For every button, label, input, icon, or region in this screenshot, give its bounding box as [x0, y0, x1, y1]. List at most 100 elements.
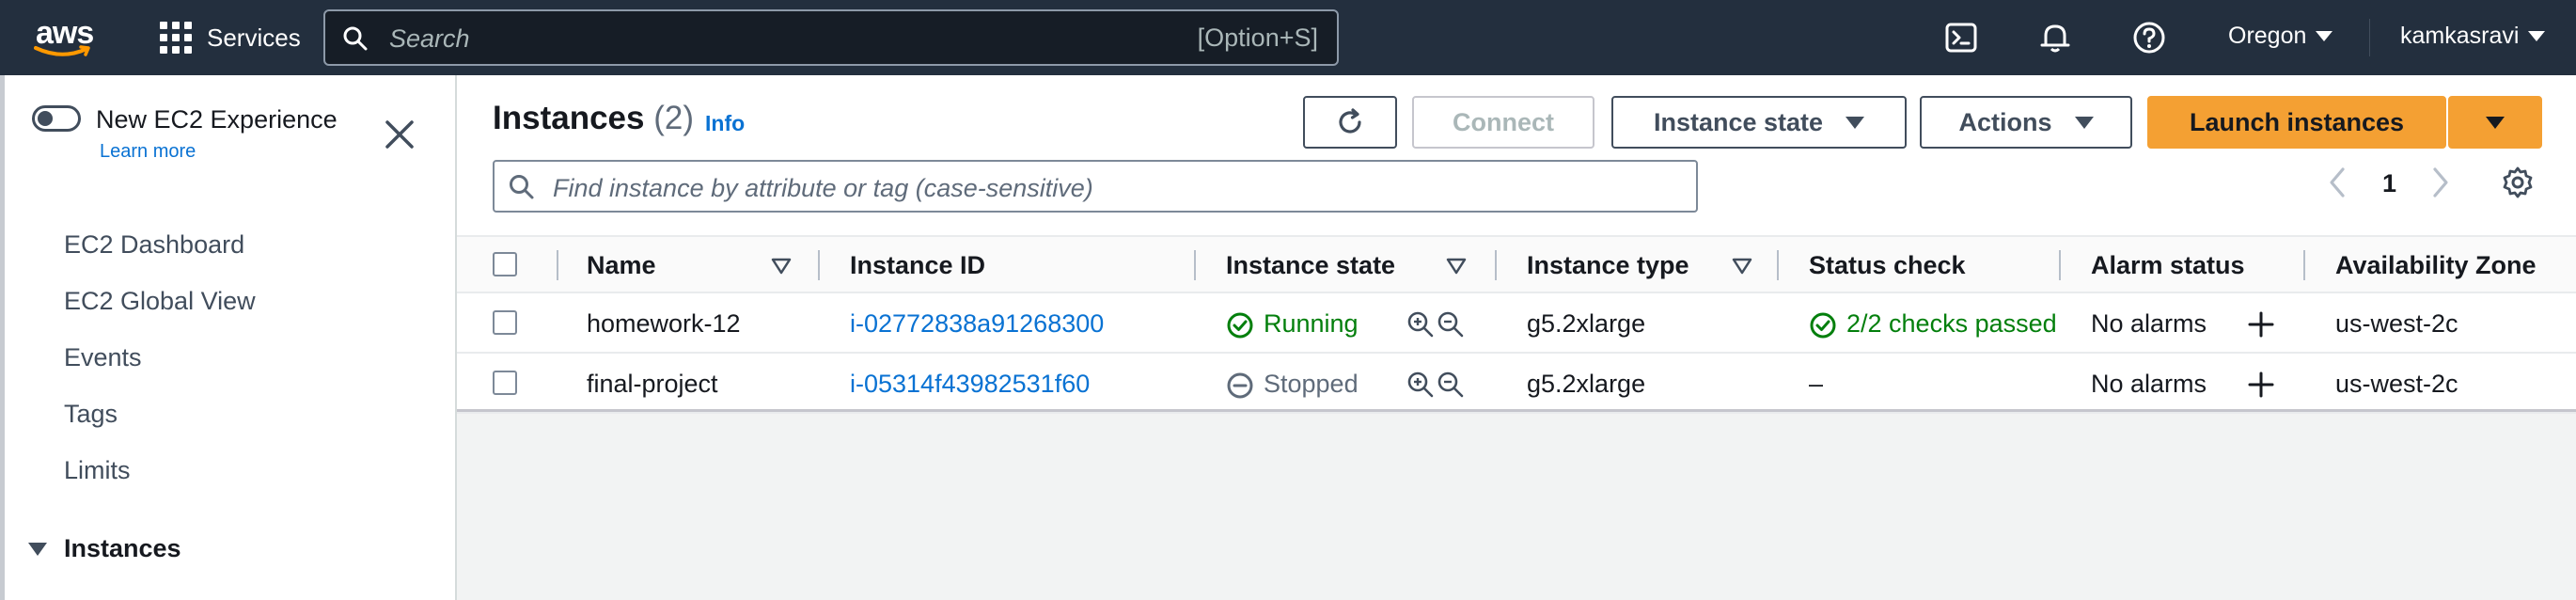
bell-icon[interactable] [2036, 19, 2074, 56]
alarm-status-value: No alarms [2091, 370, 2207, 398]
side-navigation: New EC2 Experience Learn more EC2 Dashbo… [0, 75, 457, 600]
instance-state-button[interactable]: Instance state [1611, 96, 1907, 149]
instance-type: g5.2xlarge [1527, 370, 1646, 398]
services-label: Services [207, 23, 301, 52]
sort-icon[interactable] [1446, 258, 1467, 275]
zoom-out-icon[interactable] [1437, 371, 1465, 399]
row-checkbox[interactable] [493, 371, 517, 395]
refresh-button[interactable] [1303, 96, 1397, 149]
zoom-out-icon[interactable] [1437, 310, 1465, 339]
chevron-down-icon [2316, 31, 2333, 41]
column-divider [1495, 250, 1497, 280]
close-icon[interactable] [382, 117, 417, 152]
filter-placeholder: Find instance by attribute or tag (case-… [553, 174, 1093, 202]
add-alarm-icon[interactable] [2247, 371, 2275, 399]
column-divider [818, 250, 820, 280]
column-header-instance-type[interactable]: Instance type [1527, 251, 1689, 280]
column-header-status-check[interactable]: Status check [1809, 251, 1966, 280]
launch-instances-button[interactable]: Launch instances [2147, 96, 2446, 149]
new-experience-toggle[interactable] [32, 105, 81, 132]
column-header-instance-id[interactable]: Instance ID [850, 251, 985, 280]
aws-logo[interactable]: aws [34, 15, 102, 62]
column-divider [557, 250, 558, 280]
region-label: Oregon [2228, 23, 2307, 49]
page-title-text: Instances [493, 100, 645, 136]
search-icon [510, 175, 534, 199]
instance-state-label: Instance state [1653, 107, 1824, 136]
info-link[interactable]: Info [705, 111, 745, 136]
instance-filter-input[interactable]: Find instance by attribute or tag (case-… [493, 160, 1698, 213]
availability-zone: us-west-2c [2335, 309, 2458, 338]
column-header-availability-zone[interactable]: Availability Zone [2335, 251, 2537, 280]
sidebar-item-ec2-dashboard[interactable]: EC2 Dashboard [64, 230, 244, 260]
account-menu[interactable]: kamkasravi [2400, 23, 2546, 50]
instance-id-link[interactable]: i-02772838a91268300 [850, 309, 1104, 339]
caret-down-icon [2074, 116, 2094, 129]
status-check-value: 2/2 checks passed [1846, 309, 2057, 338]
alarm-status-value: No alarms [2091, 309, 2207, 338]
services-menu[interactable]: Services [160, 19, 301, 56]
column-header-instance-state[interactable]: Instance state [1226, 251, 1395, 280]
column-header-name[interactable]: Name [587, 251, 656, 280]
connect-button[interactable]: Connect [1412, 96, 1594, 149]
sort-icon[interactable] [1732, 258, 1752, 275]
previous-page-icon[interactable] [2326, 166, 2348, 199]
status-check-value: – [1809, 370, 1824, 398]
settings-gear-icon[interactable] [2501, 166, 2535, 199]
connect-label: Connect [1453, 107, 1554, 136]
instance-state-stopped: Stopped [1264, 370, 1359, 398]
actions-button[interactable]: Actions [1920, 96, 2132, 149]
sidebar-section-label: Instances [64, 534, 181, 562]
instance-state-running: Running [1264, 309, 1359, 338]
global-search-input[interactable]: Search [Option+S] [323, 9, 1339, 66]
instances-panel: Instances (2) Info Connect Instance stat… [457, 75, 2576, 414]
sidebar-section-instances[interactable]: Instances [28, 534, 181, 563]
nav-divider [2369, 19, 2370, 56]
search-icon [343, 26, 368, 51]
sidebar-item-ec2-global-view[interactable]: EC2 Global View [64, 287, 256, 316]
sidebar-edge [0, 75, 5, 600]
services-grid-icon [160, 22, 192, 54]
availability-zone: us-west-2c [2335, 370, 2458, 398]
top-navigation: aws Services Search [Option+S] Oregon ka… [0, 0, 2576, 75]
table-row[interactable]: final-project i-05314f43982531f60 Stoppe… [457, 354, 2576, 414]
caret-down-icon [28, 542, 47, 556]
instance-name: final-project [587, 370, 718, 398]
success-check-icon [1810, 312, 1836, 339]
column-divider [2303, 250, 2305, 280]
column-divider [1777, 250, 1779, 280]
actions-label: Actions [1958, 107, 2052, 136]
column-header-alarm-status[interactable]: Alarm status [2091, 251, 2245, 280]
table-header: Name Instance ID Instance state Instance… [457, 235, 2576, 293]
select-all-checkbox[interactable] [493, 252, 517, 276]
launch-dropdown-button[interactable] [2448, 96, 2542, 149]
sort-icon[interactable] [771, 258, 792, 275]
row-checkbox[interactable] [493, 310, 517, 335]
caret-down-icon [2486, 116, 2505, 129]
page-title: Instances (2) [493, 100, 694, 137]
chevron-down-icon [2528, 31, 2546, 41]
help-icon[interactable] [2130, 19, 2168, 56]
search-shortcut: [Option+S] [1197, 24, 1318, 52]
next-page-icon[interactable] [2429, 166, 2452, 199]
add-alarm-icon[interactable] [2247, 310, 2275, 339]
learn-more-link[interactable]: Learn more [100, 141, 196, 163]
account-label: kamkasravi [2400, 23, 2520, 49]
sidebar-item-tags[interactable]: Tags [64, 400, 118, 429]
instance-type: g5.2xlarge [1527, 309, 1646, 338]
instance-id-link[interactable]: i-05314f43982531f60 [850, 370, 1090, 399]
refresh-icon [1339, 108, 1361, 134]
success-check-icon [1227, 312, 1253, 339]
zoom-in-icon[interactable] [1406, 371, 1435, 399]
new-experience-label: New EC2 Experience [96, 105, 338, 134]
zoom-in-icon[interactable] [1406, 310, 1435, 339]
sidebar-item-limits[interactable]: Limits [64, 456, 131, 485]
table-row[interactable]: homework-12 i-02772838a91268300 Running … [457, 293, 2576, 354]
region-selector[interactable]: Oregon [2228, 23, 2333, 50]
page-number[interactable]: 1 [2382, 169, 2396, 198]
cloudshell-icon[interactable] [1942, 19, 1980, 56]
column-divider [2059, 250, 2061, 280]
sidebar-item-events[interactable]: Events [64, 343, 142, 372]
column-divider [1194, 250, 1196, 280]
launch-instances-label: Launch instances [2189, 107, 2405, 136]
